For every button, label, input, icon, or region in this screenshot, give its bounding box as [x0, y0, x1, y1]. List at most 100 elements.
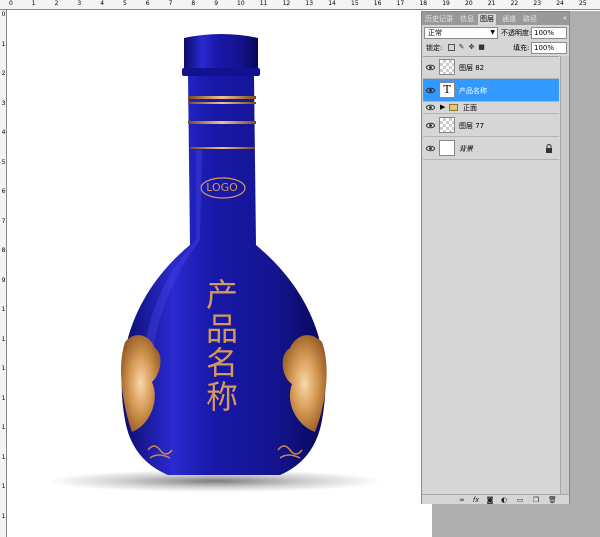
eye-icon[interactable]: [426, 121, 435, 130]
mask-icon[interactable]: ◙: [486, 496, 494, 504]
ruler-tick-label: 2: [1, 70, 6, 77]
ruler-tick-label: 25: [579, 0, 587, 7]
eye-icon[interactable]: [426, 144, 435, 153]
ruler-tick-label: 5: [1, 158, 6, 166]
text-layer-icon: T: [439, 82, 455, 98]
expand-triangle-icon[interactable]: ▶: [440, 103, 445, 112]
blend-row: 正常 ▼ 不透明度: 100%: [424, 27, 567, 39]
ruler-tick-label: 5: [123, 0, 127, 7]
ruler-tick-label: 13: [305, 0, 314, 7]
tab-channels[interactable]: 通道: [500, 14, 518, 25]
link-icon[interactable]: ∞: [458, 496, 466, 504]
fx-icon[interactable]: fx: [472, 496, 480, 504]
bottle-product-name: 产 品 名 称: [198, 278, 246, 414]
ruler-tick-label: 6: [1, 188, 6, 195]
layer-name: 正面: [463, 104, 477, 112]
layer-row[interactable]: ▶ 正面: [423, 102, 559, 114]
ruler-left[interactable]: 0 1 2 3 4 5 6 7 8 9 1 1 1 1 1 1 1 1: [0, 10, 7, 537]
panel-collapse-button[interactable]: «: [563, 12, 567, 24]
layer-name: 图层 77: [459, 122, 485, 130]
ruler-tick-label: 23: [533, 0, 542, 7]
ruler-tick-label: 1: [1, 424, 6, 431]
new-layer-icon[interactable]: ❐: [532, 496, 540, 504]
fill-field[interactable]: 100%: [531, 42, 567, 54]
layer-thumbnail: [439, 140, 455, 156]
folder-icon[interactable]: ▭: [516, 496, 524, 504]
lock-all-icon[interactable]: ■: [478, 44, 485, 51]
adjustment-icon[interactable]: ◐: [500, 496, 508, 504]
ruler-tick-label: 1: [1, 512, 6, 520]
ruler-tick-label: 3: [1, 99, 6, 107]
layer-name: 产品名称: [459, 87, 487, 95]
ruler-tick-label: 9: [214, 0, 219, 7]
ruler-tick-label: 3: [77, 0, 82, 7]
ruler-tick-label: 2: [54, 0, 59, 7]
ruler-tick-label: 21: [487, 0, 496, 7]
panel-footer: ∞ fx ◙ ◐ ▭ ❐ 🗑: [422, 494, 569, 504]
eye-icon[interactable]: [426, 86, 435, 95]
folder-icon: [449, 104, 458, 111]
ruler-tick-label: 0: [1, 11, 6, 18]
ruler-tick-label: 7: [1, 217, 6, 225]
layer-thumbnail: [439, 59, 455, 75]
ruler-tick-label: 0: [9, 0, 13, 7]
layers-scrollbar[interactable]: [560, 56, 569, 496]
ruler-tick-label: 1: [1, 306, 6, 313]
product-char: 名: [205, 344, 238, 382]
eye-icon[interactable]: [426, 103, 435, 112]
ruler-tick-label: 4: [1, 129, 6, 136]
layer-name: 背景: [459, 145, 473, 153]
layer-name: 图层 82: [459, 64, 485, 72]
lock-row: 锁定: ✎ ✥ ■ 填充: 100%: [424, 42, 567, 54]
lock-label: 锁定:: [426, 44, 443, 52]
ruler-tick-label: 4: [100, 0, 105, 7]
ruler-tick-label: 20: [465, 0, 473, 7]
ruler-tick-label: 19: [442, 0, 450, 7]
tab-paths[interactable]: 路径: [521, 14, 539, 25]
panel-tab-bar: 历史记录 信息 图层 通道 路径 «: [422, 12, 569, 25]
ruler-tick-label: 9: [1, 276, 6, 284]
ruler-tick-label: 1: [1, 394, 6, 402]
product-char: 称: [205, 378, 238, 416]
lock-transparent-icon[interactable]: [448, 44, 455, 51]
ruler-tick-label: 1: [1, 365, 6, 372]
fill-label: 填充:: [513, 44, 530, 52]
tab-layers[interactable]: 图层: [478, 14, 496, 25]
opacity-field[interactable]: 100%: [531, 27, 567, 39]
layers-panel: 历史记录 信息 图层 通道 路径 « 正常 ▼ 不透明度: 100% 锁定: ✎…: [421, 11, 570, 504]
ruler-tick-label: 7: [168, 0, 173, 7]
ruler-tick-label: 17: [396, 0, 405, 7]
layers-list: 图层 82 T 产品名称 ▶ 正面 图层 77 背景: [423, 56, 559, 496]
ruler-tick-label: 22: [510, 0, 519, 7]
eye-icon[interactable]: [426, 63, 435, 72]
ruler-tick-label: 1: [31, 0, 36, 7]
chevron-down-icon: ▼: [490, 29, 495, 36]
lock-move-icon[interactable]: ✥: [468, 44, 475, 51]
blend-mode-value: 正常: [428, 29, 442, 37]
ruler-top[interactable]: 0 1 2 3 4 5 6 7 8 9 10 11 12 13 14 15 16 17 18 19 20 21 22 23 24…: [0, 0, 600, 10]
opacity-label: 不透明度:: [501, 29, 532, 37]
ruler-tick-label: 6: [145, 0, 150, 7]
ruler-tick-label: 1: [1, 483, 6, 490]
product-char: 产: [205, 276, 238, 314]
ruler-tick-label: 12: [282, 0, 291, 7]
ruler-tick-label: 11: [259, 0, 268, 7]
ruler-tick-label: 15: [351, 0, 359, 7]
layer-row[interactable]: 背景: [423, 137, 559, 160]
ruler-tick-label: 16: [373, 0, 382, 7]
ruler-tick-label: 1: [1, 40, 6, 48]
tab-info[interactable]: 信息: [458, 14, 476, 25]
tab-history[interactable]: 历史记录: [423, 14, 455, 25]
trash-icon[interactable]: 🗑: [548, 496, 557, 504]
layer-row[interactable]: T 产品名称: [423, 79, 559, 102]
lock-icon: [546, 144, 552, 153]
ruler-tick-label: 24: [556, 0, 564, 7]
ruler-tick-label: 1: [1, 335, 6, 343]
lock-brush-icon[interactable]: ✎: [458, 44, 465, 51]
ruler-tick-label: 8: [1, 247, 6, 254]
layer-row[interactable]: 图层 82: [423, 57, 559, 79]
blend-mode-select[interactable]: 正常 ▼: [424, 27, 498, 39]
layer-row[interactable]: 图层 77: [423, 114, 559, 137]
ruler-tick-label: 10: [237, 0, 245, 7]
ruler-tick-label: 1: [1, 453, 6, 461]
